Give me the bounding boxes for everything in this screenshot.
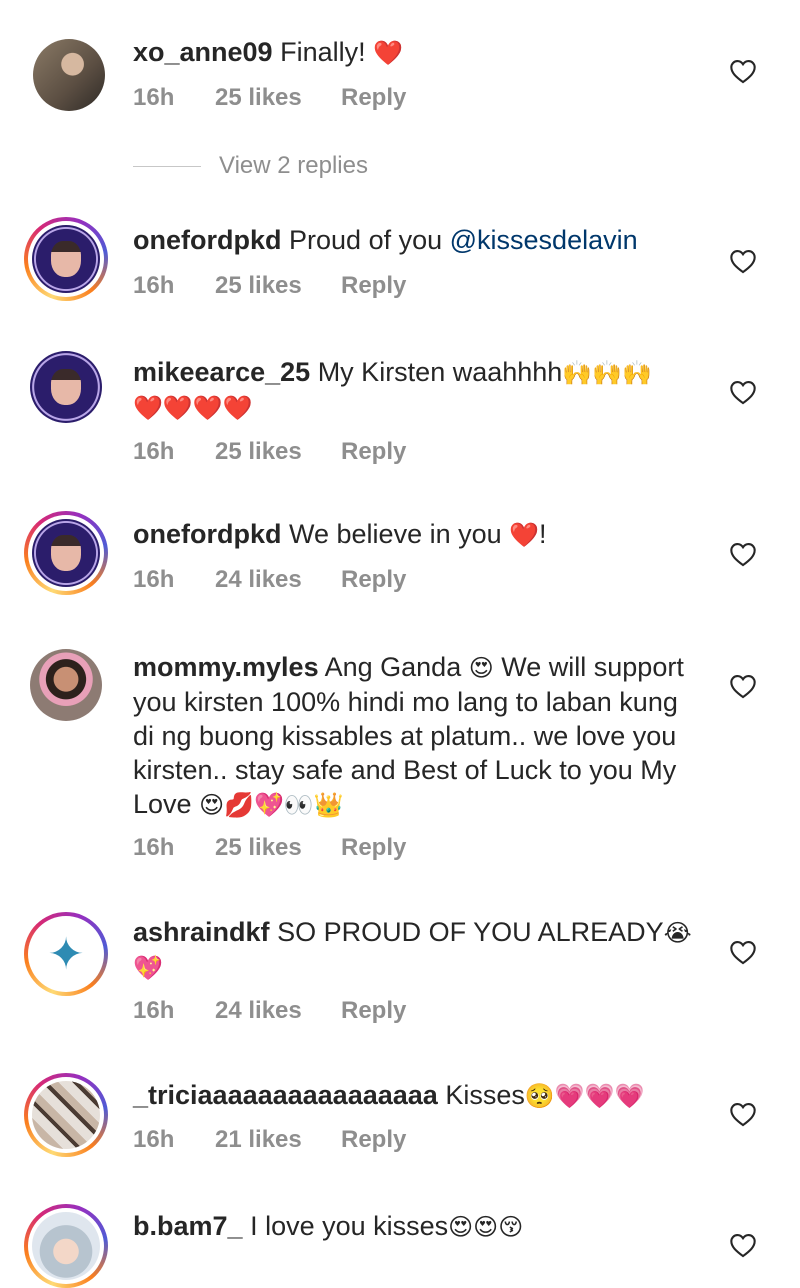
likes-count[interactable]: 25 likes (215, 438, 341, 466)
heart-outline-icon[interactable] (729, 541, 757, 567)
comment-emoji: 🥺💗💗💗 (524, 1082, 645, 1110)
comment-text: Finally! (280, 37, 374, 67)
avatar[interactable]: ✦ (24, 912, 108, 996)
likes-count[interactable]: 24 likes (215, 997, 341, 1025)
avatar[interactable] (24, 217, 108, 301)
comment-emoji: 😍 (468, 654, 494, 682)
heart-outline-icon[interactable] (729, 379, 757, 405)
comment-text: My Kirsten waahhhh (317, 357, 563, 387)
comment-text: I love you kisses (250, 1211, 449, 1241)
comment-text: Kisses (445, 1080, 525, 1110)
comment-emoji-line: ❤️❤️❤️❤️ (133, 394, 253, 422)
likes-count[interactable]: 21 likes (215, 1126, 341, 1154)
heart-outline-icon[interactable] (729, 248, 757, 274)
mermaid-icon: ✦ (32, 920, 100, 988)
heart-outline-icon[interactable] (729, 1232, 757, 1258)
reply-button[interactable]: Reply (341, 1126, 406, 1154)
mention-link[interactable]: @kissesdelavin (450, 225, 638, 255)
comment-emoji-end: 😍💋💖👀👑 (199, 791, 344, 819)
avatar[interactable] (24, 511, 108, 595)
comment-time: 16h (133, 438, 175, 465)
reply-button[interactable]: Reply (341, 438, 406, 466)
comment-meta: 16h 24 likes Reply (133, 566, 406, 594)
comment-text: Proud of you (289, 225, 450, 255)
reply-button[interactable]: Reply (341, 997, 406, 1025)
likes-count[interactable]: 24 likes (215, 566, 341, 594)
heart-outline-icon[interactable] (729, 673, 757, 699)
avatar[interactable] (24, 643, 108, 727)
comment-text-tail: ! (539, 519, 547, 549)
comment-time: 16h (133, 84, 175, 111)
heart-outline-icon[interactable] (729, 58, 757, 84)
comment-emoji: ❤️ (509, 521, 540, 549)
username[interactable]: ashraindkf (133, 917, 270, 947)
reply-button[interactable]: Reply (341, 272, 406, 300)
comment-time: 16h (133, 834, 175, 861)
comment-emoji: 😭 (663, 919, 692, 947)
comment-time: 16h (133, 566, 175, 593)
reply-button[interactable]: Reply (341, 834, 406, 862)
heart-outline-icon[interactable] (729, 939, 757, 965)
comment-meta: 16h 25 likes Reply (133, 834, 406, 862)
replies-divider (133, 166, 201, 167)
avatar[interactable] (24, 345, 108, 429)
username[interactable]: onefordpkd (133, 519, 282, 549)
likes-count[interactable]: 25 likes (215, 84, 341, 112)
comment-meta: 16h 24 likes Reply (133, 997, 406, 1025)
username[interactable]: xo_anne09 (133, 37, 273, 67)
comment-emoji-line: 💖 (133, 954, 163, 982)
view-replies-label: View 2 replies (219, 152, 368, 179)
comment-time: 16h (133, 1126, 175, 1153)
likes-count[interactable]: 25 likes (215, 272, 341, 300)
username[interactable]: b.bam7_ (133, 1211, 243, 1241)
reply-button[interactable]: Reply (341, 566, 406, 594)
comment-text: We believe in you (289, 519, 510, 549)
comment-meta: 16h 25 likes Reply (133, 272, 406, 300)
likes-count[interactable]: 25 likes (215, 834, 341, 862)
comment-emoji: ❤️ (373, 39, 404, 67)
heart-outline-icon[interactable] (729, 1101, 757, 1127)
comment-time: 16h (133, 997, 175, 1024)
comment-meta: 16h 21 likes Reply (133, 1126, 406, 1154)
username[interactable]: mikeearce_25 (133, 357, 310, 387)
comment-emoji: 🙌🙌🙌 (562, 359, 652, 387)
reply-button[interactable]: Reply (341, 84, 406, 112)
username[interactable]: onefordpkd (133, 225, 282, 255)
comment-text: Ang Ganda (324, 652, 469, 682)
username[interactable]: _triciaaaaaaaaaaaaaaaa (133, 1080, 438, 1110)
avatar[interactable] (24, 1204, 108, 1288)
username[interactable]: mommy.myles (133, 652, 319, 682)
comment-meta: 16h 25 likes Reply (133, 438, 406, 466)
comment-emoji: 😍😍😚 (448, 1213, 524, 1241)
avatar[interactable] (24, 30, 108, 114)
comment-time: 16h (133, 272, 175, 299)
comment-meta: 16h 25 likes Reply (133, 84, 406, 112)
avatar[interactable] (24, 1073, 108, 1157)
comment-text: SO PROUD OF YOU ALREADY (277, 917, 664, 947)
